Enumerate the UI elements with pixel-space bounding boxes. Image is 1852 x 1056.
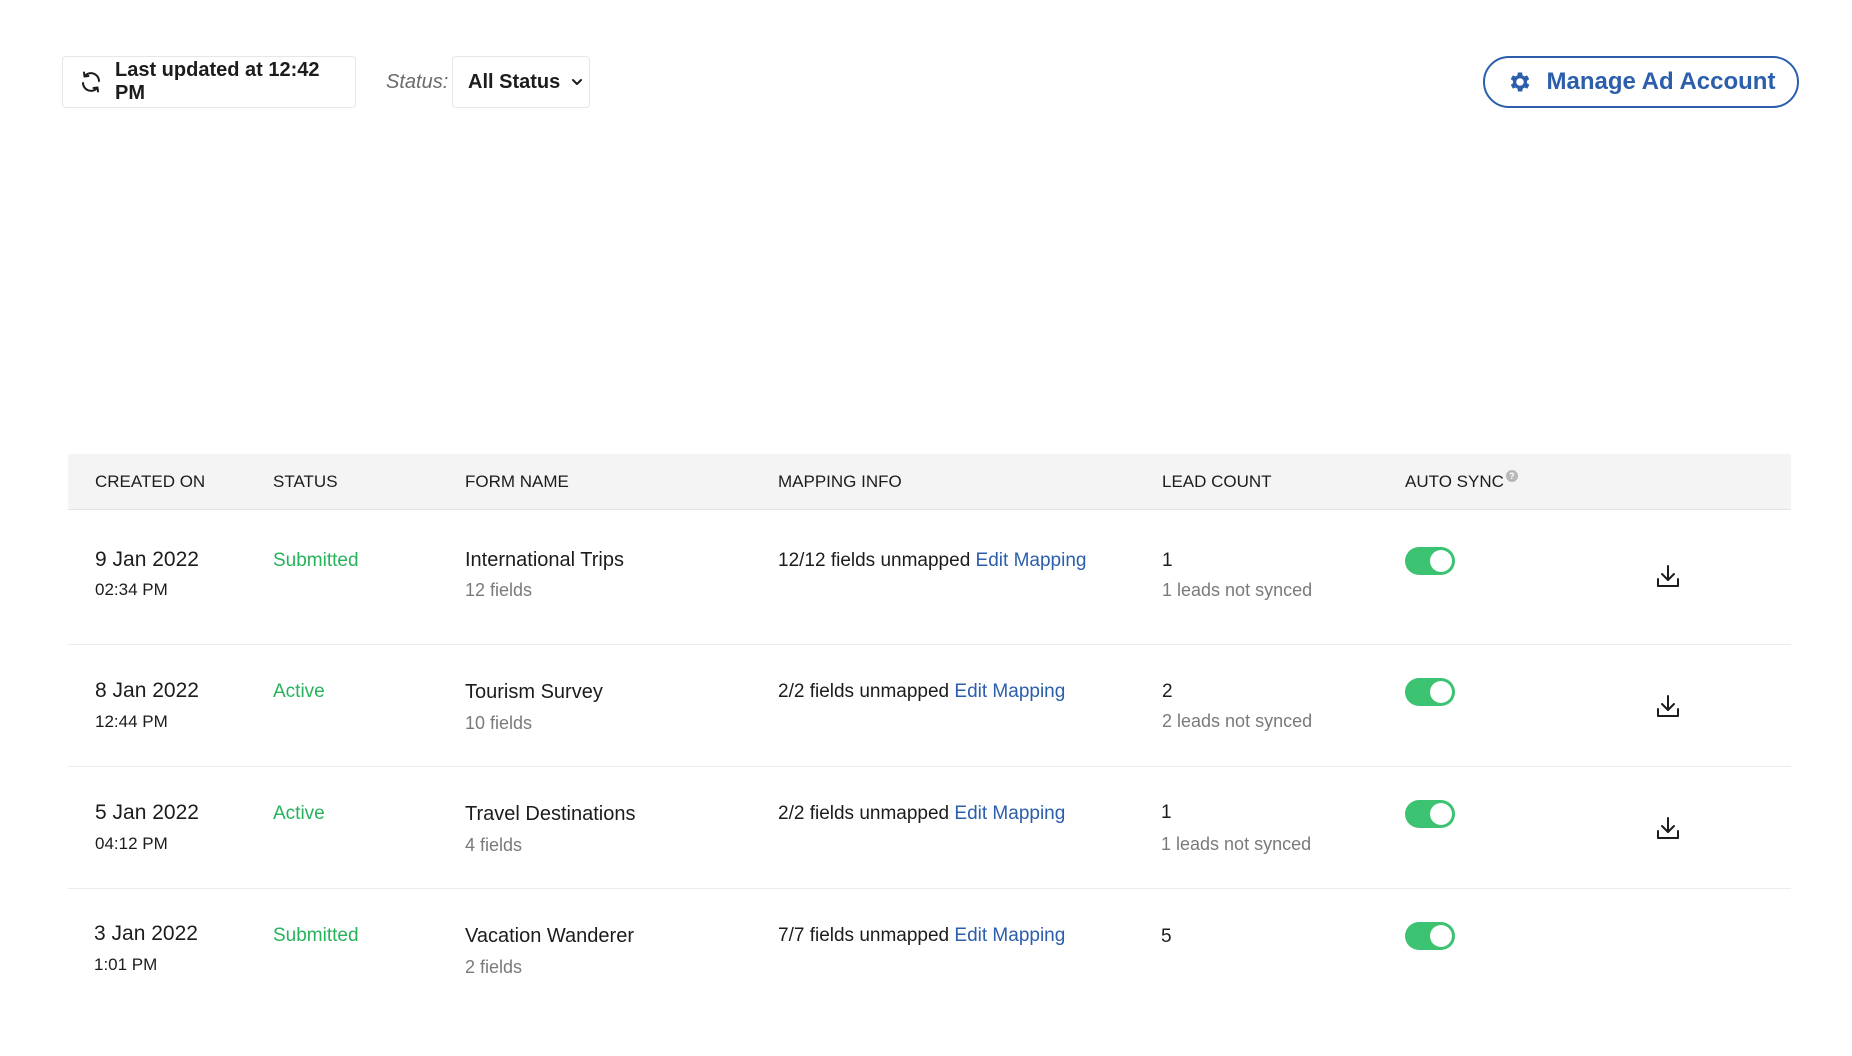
table-row: 3 Jan 2022 1:01 PM Submitted Vacation Wa… bbox=[68, 889, 1791, 1009]
leads-not-synced: 1 leads not synced bbox=[1161, 834, 1312, 854]
created-time: 04:12 PM bbox=[95, 834, 168, 853]
leads-not-synced: 1 leads not synced bbox=[1162, 580, 1313, 600]
manage-ad-account-label: Manage Ad Account bbox=[1546, 68, 1776, 95]
status-badge: Submitted bbox=[273, 925, 359, 946]
form-name: Vacation Wanderer bbox=[465, 925, 634, 947]
mapping-info: 2/2 fields unmapped Edit Mapping bbox=[778, 803, 1065, 825]
help-icon[interactable]: ? bbox=[1505, 470, 1518, 482]
table-header: CREATED ON STATUS FORM NAME MAPPING INFO… bbox=[68, 454, 1791, 510]
header-created-on[interactable]: CREATED ON bbox=[95, 454, 205, 510]
lead-count: 2 bbox=[1162, 681, 1173, 702]
status-filter-value: All Status bbox=[468, 70, 561, 93]
header-auto-sync[interactable]: AUTO SYNC? bbox=[1405, 454, 1518, 510]
created-date: 8 Jan 2022 bbox=[95, 679, 199, 702]
manage-ad-account-button[interactable]: Manage Ad Account bbox=[1483, 56, 1799, 108]
edit-mapping-link[interactable]: Edit Mapping bbox=[954, 803, 1065, 824]
form-name: Tourism Survey bbox=[465, 681, 603, 703]
leads-not-synced: 2 leads not synced bbox=[1162, 711, 1313, 731]
mapping-text: 7/7 fields unmapped bbox=[778, 925, 950, 946]
header-status[interactable]: STATUS bbox=[273, 454, 338, 510]
header-mapping-info[interactable]: MAPPING INFO bbox=[778, 454, 902, 510]
auto-sync-toggle[interactable] bbox=[1405, 678, 1455, 706]
download-icon[interactable] bbox=[1654, 692, 1682, 720]
created-date: 3 Jan 2022 bbox=[94, 922, 198, 945]
mapping-info: 2/2 fields unmapped Edit Mapping bbox=[778, 681, 1065, 703]
edit-mapping-link[interactable]: Edit Mapping bbox=[954, 925, 1065, 946]
header-lead-count[interactable]: LEAD COUNT bbox=[1162, 454, 1272, 510]
lead-count: 5 bbox=[1161, 926, 1172, 947]
form-field-count: 12 fields bbox=[465, 580, 533, 600]
form-name: Travel Destinations bbox=[465, 803, 636, 825]
mapping-info: 7/7 fields unmapped Edit Mapping bbox=[778, 925, 1065, 947]
leads-table: CREATED ON STATUS FORM NAME MAPPING INFO… bbox=[68, 454, 1791, 1009]
mapping-text: 2/2 fields unmapped bbox=[778, 681, 950, 702]
form-field-count: 4 fields bbox=[465, 835, 523, 855]
header-auto-sync-label: AUTO SYNC bbox=[1405, 472, 1504, 491]
created-date: 9 Jan 2022 bbox=[95, 548, 199, 571]
status-filter-label: Status: bbox=[386, 71, 449, 93]
auto-sync-toggle[interactable] bbox=[1405, 547, 1455, 575]
created-time: 02:34 PM bbox=[95, 580, 168, 599]
mapping-text: 12/12 fields unmapped bbox=[778, 550, 971, 571]
created-time: 1:01 PM bbox=[94, 955, 158, 974]
status-badge: Submitted bbox=[273, 550, 359, 571]
gear-icon bbox=[1510, 72, 1529, 92]
download-icon[interactable] bbox=[1654, 562, 1682, 590]
table-row: 9 Jan 2022 02:34 PM Submitted Internatio… bbox=[68, 510, 1791, 645]
form-field-count: 2 fields bbox=[465, 957, 523, 977]
edit-mapping-link[interactable]: Edit Mapping bbox=[954, 681, 1065, 702]
lead-count: 1 bbox=[1161, 802, 1172, 823]
lead-count: 1 bbox=[1162, 550, 1173, 571]
header-form-name[interactable]: FORM NAME bbox=[465, 454, 569, 510]
status-filter-select[interactable]: All Status bbox=[452, 56, 590, 108]
auto-sync-toggle[interactable] bbox=[1405, 800, 1455, 828]
status-badge: Active bbox=[273, 803, 325, 824]
download-icon[interactable] bbox=[1654, 814, 1682, 842]
chevron-down-icon bbox=[572, 79, 583, 85]
form-field-count: 10 fields bbox=[465, 713, 533, 733]
refresh-icon bbox=[82, 71, 100, 93]
auto-sync-toggle[interactable] bbox=[1405, 922, 1455, 950]
created-time: 12:44 PM bbox=[95, 712, 168, 731]
toolbar: Last updated at 12:42 PM Status: All Sta… bbox=[62, 56, 1799, 108]
edit-mapping-link[interactable]: Edit Mapping bbox=[976, 550, 1087, 571]
mapping-info: 12/12 fields unmapped Edit Mapping bbox=[778, 550, 1086, 572]
refresh-label: Last updated at 12:42 PM bbox=[115, 59, 320, 104]
status-badge: Active bbox=[273, 681, 325, 702]
form-name: International Trips bbox=[465, 549, 624, 571]
table-row: 8 Jan 2022 12:44 PM Active Tourism Surve… bbox=[68, 645, 1791, 767]
mapping-text: 2/2 fields unmapped bbox=[778, 803, 950, 824]
created-date: 5 Jan 2022 bbox=[95, 801, 199, 824]
table-row: 5 Jan 2022 04:12 PM Active Travel Destin… bbox=[68, 767, 1791, 889]
refresh-button[interactable]: Last updated at 12:42 PM bbox=[62, 56, 356, 108]
